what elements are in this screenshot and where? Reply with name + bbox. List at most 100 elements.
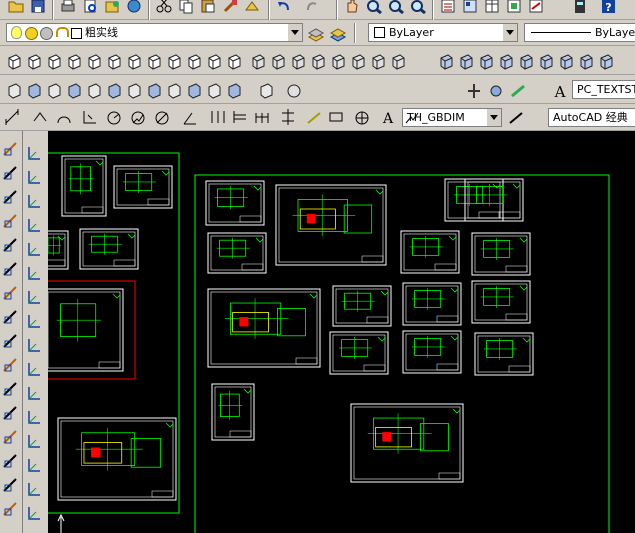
check-icon[interactable]: [456, 51, 476, 71]
copy-object-icon[interactable]: [0, 163, 20, 183]
pan-icon[interactable]: [342, 0, 362, 14]
dim-ordinate-icon[interactable]: [80, 107, 100, 127]
explode-icon[interactable]: [0, 499, 20, 519]
fly-icon[interactable]: [224, 80, 244, 100]
fillet-icon[interactable]: [0, 475, 20, 495]
model-space[interactable]: [48, 131, 635, 533]
hide-icon[interactable]: [24, 80, 44, 100]
match-properties-icon[interactable]: [220, 0, 240, 14]
publish-icon[interactable]: [102, 0, 122, 14]
quick-dim-icon[interactable]: [208, 107, 228, 127]
pyramid-icon[interactable]: [124, 51, 144, 71]
separate-icon[interactable]: [388, 51, 408, 71]
copy-icon[interactable]: [176, 0, 196, 14]
markup-icon[interactable]: [526, 0, 546, 14]
wedge-icon[interactable]: [24, 51, 44, 71]
zoom-window-icon[interactable]: [386, 0, 406, 14]
dim-space-icon[interactable]: [278, 107, 298, 127]
break-icon[interactable]: [0, 403, 20, 423]
dim-style-dropdown-arrow[interactable]: [486, 109, 501, 126]
render-region-icon[interactable]: [144, 80, 164, 100]
chamfer-icon[interactable]: [0, 451, 20, 471]
help-icon[interactable]: ?: [598, 0, 618, 14]
planar-surface-icon[interactable]: [596, 51, 616, 71]
flatshot-icon[interactable]: [4, 80, 24, 100]
sphere-icon[interactable]: [64, 51, 84, 71]
dim-jogged-icon[interactable]: [128, 107, 148, 127]
3d-align-icon[interactable]: [516, 51, 536, 71]
drawing-area[interactable]: [48, 131, 635, 533]
design-center-icon[interactable]: [460, 0, 480, 14]
dim-aligned-icon[interactable]: [30, 107, 50, 127]
visual-style-icon[interactable]: [104, 80, 124, 100]
cone-icon[interactable]: [44, 51, 64, 71]
dim-angular-icon[interactable]: [180, 107, 200, 127]
center-mark-icon[interactable]: [352, 107, 372, 127]
dim-diameter-icon[interactable]: [152, 107, 172, 127]
3point-ucs-icon[interactable]: [24, 335, 44, 355]
shell-icon[interactable]: [436, 51, 456, 71]
erase-icon[interactable]: [0, 139, 20, 159]
plotter-icon[interactable]: [124, 0, 144, 14]
dim-update-icon[interactable]: [506, 107, 526, 127]
workspace-combo[interactable]: AutoCAD 经典: [548, 108, 635, 127]
dim-arc-icon[interactable]: [54, 107, 74, 127]
stretch-icon[interactable]: [0, 331, 20, 351]
walk-icon[interactable]: [204, 80, 224, 100]
zoom-previous-icon[interactable]: [408, 0, 428, 14]
loft-icon[interactable]: [224, 51, 244, 71]
lights-icon[interactable]: [164, 80, 184, 100]
quickcalc-icon[interactable]: [570, 0, 590, 14]
intersect-icon[interactable]: [288, 51, 308, 71]
properties-icon[interactable]: [438, 0, 458, 14]
box-icon[interactable]: [4, 51, 24, 71]
dim-continue-icon[interactable]: [252, 107, 272, 127]
orbit-icon[interactable]: [256, 80, 276, 100]
move-icon[interactable]: [0, 259, 20, 279]
3d-move-icon[interactable]: [476, 51, 496, 71]
origin-ucs-icon[interactable]: [24, 287, 44, 307]
section-icon[interactable]: [308, 51, 328, 71]
ucs-icon[interactable]: [24, 143, 44, 163]
join-icon[interactable]: [0, 427, 20, 447]
paste-icon[interactable]: [198, 0, 218, 14]
realistic-icon[interactable]: [64, 80, 84, 100]
ucs-manager-icon[interactable]: [24, 503, 44, 523]
layer-previous-icon[interactable]: [328, 23, 348, 43]
helix-icon[interactable]: [576, 51, 596, 71]
revolve-icon[interactable]: [184, 51, 204, 71]
open-icon[interactable]: [6, 0, 26, 14]
make-object-layer-current-icon[interactable]: [306, 23, 326, 43]
dim-break-icon[interactable]: [304, 107, 324, 127]
extrude-icon[interactable]: [164, 51, 184, 71]
cut-icon[interactable]: [154, 0, 174, 14]
camera-icon[interactable]: [184, 80, 204, 100]
y-ucs-icon[interactable]: [24, 383, 44, 403]
extend-icon[interactable]: [0, 379, 20, 399]
world-ucs-icon[interactable]: [24, 167, 44, 187]
subtract-icon[interactable]: [268, 51, 288, 71]
dim-linear-icon[interactable]: [2, 107, 22, 127]
imprint-icon[interactable]: [368, 51, 388, 71]
torus-icon[interactable]: [104, 51, 124, 71]
shade-icon[interactable]: [44, 80, 64, 100]
slice-icon[interactable]: [328, 51, 348, 71]
array-icon[interactable]: [0, 235, 20, 255]
sheet-set-icon[interactable]: [504, 0, 524, 14]
navigation-icon[interactable]: [284, 80, 304, 100]
color-combo[interactable]: ByLayer: [368, 23, 518, 42]
print-icon[interactable]: [58, 0, 78, 14]
z-ucs-icon[interactable]: [24, 407, 44, 427]
save-icon[interactable]: [28, 0, 48, 14]
ucs-previous-icon[interactable]: [24, 191, 44, 211]
text-style-combo[interactable]: PC_TEXTSTY: [572, 80, 635, 99]
ucs-icon-icon[interactable]: [24, 479, 44, 499]
3d-array-icon[interactable]: [536, 51, 556, 71]
dim-radius-icon[interactable]: [104, 107, 124, 127]
dim-inspect-icon[interactable]: A: [378, 107, 398, 127]
block-editor-icon[interactable]: [242, 0, 262, 14]
union-icon[interactable]: [248, 51, 268, 71]
object-ucs-icon[interactable]: [24, 239, 44, 259]
preview-icon[interactable]: [80, 0, 100, 14]
scale-icon[interactable]: [0, 307, 20, 327]
